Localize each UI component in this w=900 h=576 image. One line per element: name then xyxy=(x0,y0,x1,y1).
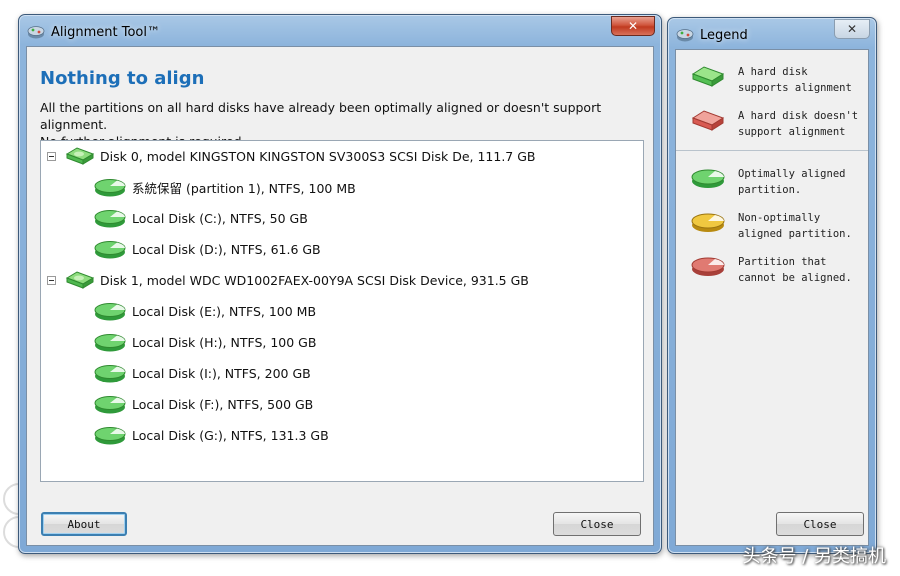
legend-line: partition. xyxy=(738,184,802,196)
partition-icon xyxy=(94,303,126,321)
legend-line: Optimally aligned xyxy=(738,168,846,180)
disk-tree[interactable]: Disk 0, model KINGSTON KINGSTON SV300S3 … xyxy=(40,140,644,482)
partition-label: Local Disk (F:), NTFS, 500 GB xyxy=(132,396,314,412)
close-button[interactable]: Close xyxy=(553,512,641,536)
partition-label: Local Disk (H:), NTFS, 100 GB xyxy=(132,334,317,350)
tree-partition-row[interactable]: Local Disk (F:), NTFS, 500 GB xyxy=(93,392,313,416)
partition-unaligned-icon xyxy=(691,257,725,276)
app-icon xyxy=(676,29,694,42)
close-icon: ✕ xyxy=(627,19,639,33)
main-client-area: Nothing to align All the partitions on a… xyxy=(26,46,654,546)
legend-item: A hard disk doesn't support alignment xyxy=(690,108,868,140)
legend-text: A hard disk doesn't support alignment xyxy=(738,108,868,140)
about-button[interactable]: About xyxy=(41,512,127,536)
app-icon xyxy=(27,26,45,39)
watermark-text: 头条号 / 另类搞机 xyxy=(742,546,886,567)
legend-title-bar[interactable]: Legend ✕ xyxy=(668,18,876,50)
hard-disk-error-icon xyxy=(691,110,725,131)
legend-text: Non-optimally aligned partition. xyxy=(738,210,868,242)
tree-disk-row[interactable]: Disk 0, model KINGSTON KINGSTON SV300S3 … xyxy=(47,144,536,168)
partition-non-optimal-icon xyxy=(691,213,725,232)
legend-line: aligned partition. xyxy=(738,228,852,240)
legend-line: Non-optimally xyxy=(738,212,821,224)
disk-label: Disk 1, model WDC WD1002FAEX-00Y9A SCSI … xyxy=(100,272,529,288)
tree-partition-row[interactable]: Local Disk (G:), NTFS, 131.3 GB xyxy=(93,423,329,447)
legend-item: Non-optimally aligned partition. xyxy=(690,210,868,242)
legend-line: support alignment xyxy=(738,126,846,138)
tree-disk-row[interactable]: Disk 1, model WDC WD1002FAEX-00Y9A SCSI … xyxy=(47,268,529,292)
partition-label: Local Disk (G:), NTFS, 131.3 GB xyxy=(132,427,329,443)
tree-partition-row[interactable]: Local Disk (D:), NTFS, 61.6 GB xyxy=(93,237,321,261)
window-close-button[interactable]: ✕ xyxy=(611,16,655,36)
title-bar[interactable]: Alignment Tool™ ✕ xyxy=(19,15,661,47)
legend-line: A hard disk xyxy=(738,66,808,78)
tree-partition-row[interactable]: 系統保留 (partition 1), NTFS, 100 MB xyxy=(93,175,356,199)
legend-item: Partition that cannot be aligned. xyxy=(690,254,868,286)
partition-icon xyxy=(94,427,126,445)
partition-label: Local Disk (C:), NTFS, 50 GB xyxy=(132,210,308,226)
collapse-toggle[interactable] xyxy=(47,275,56,285)
legend-item: Optimally aligned partition. xyxy=(690,166,868,198)
tree-partition-row[interactable]: Local Disk (I:), NTFS, 200 GB xyxy=(93,361,311,385)
partition-icon xyxy=(94,179,126,197)
partition-icon xyxy=(94,334,126,352)
legend-title: Legend xyxy=(700,28,748,43)
legend-line: A hard disk doesn't xyxy=(738,110,859,122)
hard-disk-icon xyxy=(65,271,95,289)
partition-icon xyxy=(94,210,126,228)
legend-text: A hard disk supports alignment xyxy=(738,64,868,96)
tree-partition-row[interactable]: Local Disk (E:), NTFS, 100 MB xyxy=(93,299,316,323)
partition-label: 系統保留 (partition 1), NTFS, 100 MB xyxy=(132,180,356,196)
tree-partition-row[interactable]: Local Disk (H:), NTFS, 100 GB xyxy=(93,330,316,354)
disk-label: Disk 0, model KINGSTON KINGSTON SV300S3 … xyxy=(100,148,536,164)
legend-window: Legend ✕ A hard disk supports alignment xyxy=(667,17,877,554)
partition-label: Local Disk (I:), NTFS, 200 GB xyxy=(132,365,311,381)
partition-aligned-icon xyxy=(691,169,725,188)
partition-icon xyxy=(94,241,126,259)
legend-close-x-button[interactable]: ✕ xyxy=(834,19,870,39)
legend-item: A hard disk supports alignment xyxy=(690,64,868,96)
legend-text: Partition that cannot be aligned. xyxy=(738,254,868,286)
tree-partition-row[interactable]: Local Disk (C:), NTFS, 50 GB xyxy=(93,206,308,230)
partition-label: Local Disk (E:), NTFS, 100 MB xyxy=(132,303,317,319)
legend-line: cannot be aligned. xyxy=(738,272,852,284)
close-icon: ✕ xyxy=(846,22,858,36)
legend-client-area: A hard disk supports alignment A hard di… xyxy=(675,49,869,546)
description-line: All the partitions on all hard disks hav… xyxy=(40,100,602,132)
legend-line: Partition that xyxy=(738,256,827,268)
partition-icon xyxy=(94,396,126,414)
alignment-tool-window: Alignment Tool™ ✕ Nothing to align All t… xyxy=(18,14,662,554)
hard-disk-icon xyxy=(65,147,95,165)
page-title: Nothing to align xyxy=(40,68,205,89)
partition-icon xyxy=(94,365,126,383)
window-title: Alignment Tool™ xyxy=(51,25,160,40)
partition-label: Local Disk (D:), NTFS, 61.6 GB xyxy=(132,241,321,257)
collapse-toggle[interactable] xyxy=(47,151,56,161)
legend-close-button[interactable]: Close xyxy=(776,512,864,536)
hard-disk-icon xyxy=(691,66,725,87)
legend-line: supports alignment xyxy=(738,82,852,94)
divider xyxy=(676,150,868,151)
legend-text: Optimally aligned partition. xyxy=(738,166,868,198)
